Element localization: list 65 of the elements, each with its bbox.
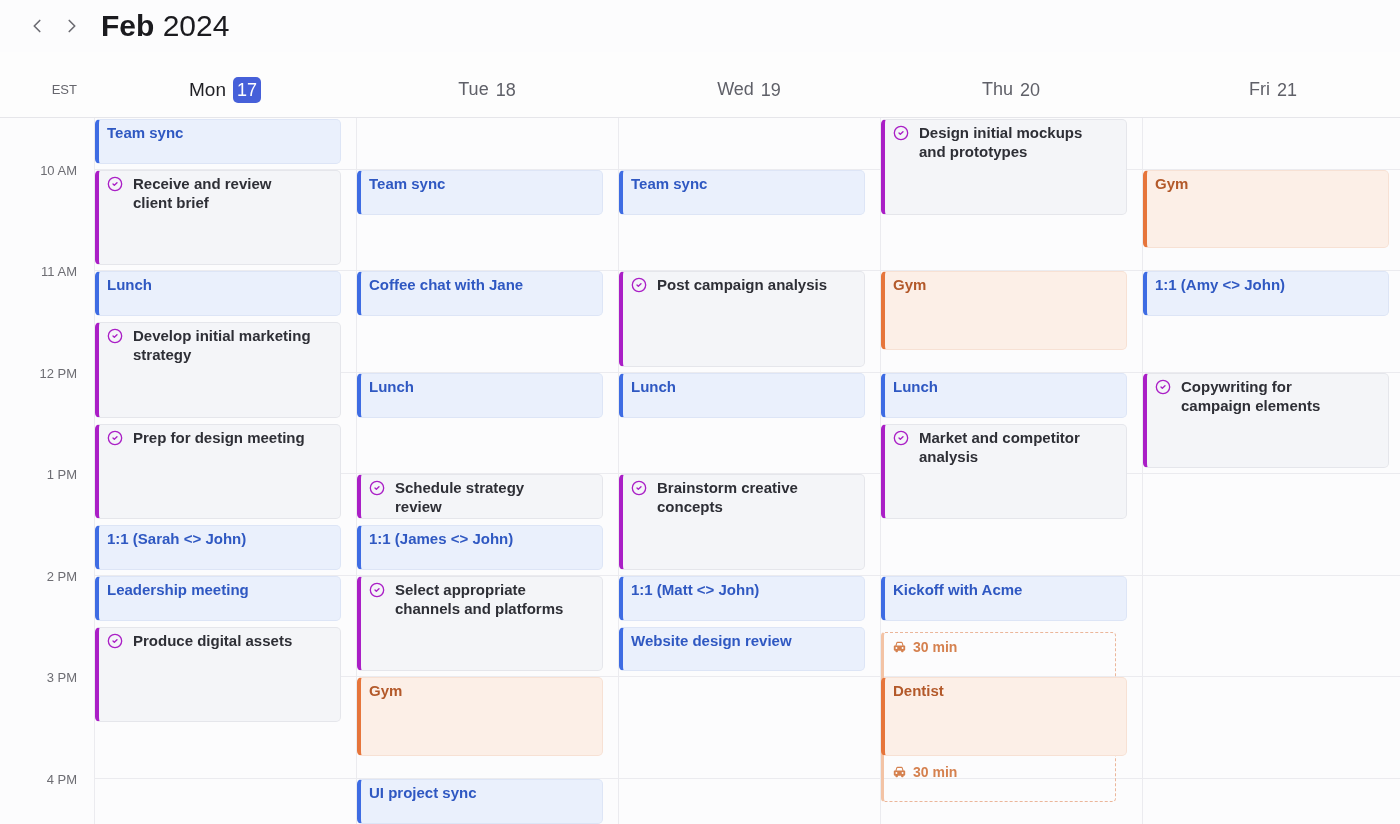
hour-label: 12 PM (39, 365, 77, 382)
task-event[interactable]: Copywriting for campaign elements (1143, 372, 1389, 469)
travel-time-label: 30 min (913, 638, 958, 655)
check-circle-icon (107, 175, 123, 192)
check-circle-icon (1155, 378, 1171, 395)
weekday-label: Wed (717, 79, 754, 100)
task-event[interactable]: Produce digital assets (95, 626, 341, 722)
check-circle-icon (631, 480, 647, 497)
calendar-event[interactable]: Team sync (95, 119, 341, 164)
date-label: 20 (1020, 78, 1041, 101)
date-label: 21 (1277, 78, 1297, 101)
task-event[interactable]: Design initial mockups and prototypes (881, 119, 1127, 215)
calendar-event[interactable]: UI project sync (357, 778, 603, 824)
hour-label: 3 PM (46, 670, 77, 687)
task-event[interactable]: Brainstorm creative concepts (619, 474, 865, 570)
calendar-event[interactable]: Gym (881, 271, 1127, 350)
timezone-label: EST (51, 82, 77, 97)
calendar-event[interactable]: Website design review (619, 626, 865, 672)
date-label: 18 (495, 78, 516, 101)
check-circle-icon (107, 429, 123, 446)
calendar-event[interactable]: Leadership meeting (95, 575, 341, 621)
calendar-event[interactable]: Dentist (881, 677, 1127, 756)
calendar-event[interactable]: Gym (1143, 169, 1389, 249)
check-circle-icon (893, 125, 909, 141)
calendar-event[interactable]: Coffee chat with Jane (357, 271, 603, 316)
task-event[interactable]: Post campaign analysis (619, 271, 865, 367)
calendar-event[interactable]: Lunch (357, 372, 603, 418)
check-circle-icon (107, 328, 123, 344)
task-event[interactable]: Prep for design meeting (95, 423, 341, 519)
hour-label: 1 PM (46, 467, 77, 484)
month-title: Feb 2024 (101, 8, 230, 44)
date-label: 19 (760, 78, 781, 101)
check-circle-icon (369, 581, 385, 598)
calendar-event[interactable]: Team sync (357, 169, 603, 215)
travel-time-label: 30 min (913, 763, 958, 780)
calendar-event[interactable]: 1:1 (James <> John) (357, 525, 603, 570)
check-circle-icon (631, 277, 647, 294)
today-date-badge: 17 (232, 76, 261, 103)
weekday-label: Tue (458, 79, 489, 100)
weekday-label: Fri (1249, 79, 1270, 100)
task-event[interactable]: Market and competitor analysis (881, 423, 1127, 519)
hour-label: 11 AM (41, 264, 77, 281)
weekday-label: Thu (981, 79, 1013, 100)
calendar-event[interactable]: Lunch (95, 271, 341, 316)
task-event[interactable]: Develop initial marketing strategy (95, 322, 341, 418)
check-circle-icon (107, 632, 123, 649)
car-icon (893, 765, 906, 778)
calendar-event[interactable]: Team sync (619, 169, 865, 215)
task-event[interactable]: Select appropriate channels and platforms (357, 575, 603, 672)
calendar-event[interactable]: 1:1 (Sarah <> John) (95, 525, 341, 570)
calendar-event[interactable]: Kickoff with Acme (881, 575, 1127, 621)
calendar-event[interactable]: 1:1 (Matt <> John) (619, 575, 865, 621)
calendar-event[interactable]: Gym (357, 677, 603, 756)
calendar-event[interactable]: Lunch (881, 372, 1127, 418)
hour-label: 4 PM (46, 771, 77, 788)
calendar-event[interactable]: Lunch (619, 372, 865, 418)
calendar-event[interactable]: 1:1 (Amy <> John) (1143, 271, 1389, 316)
task-event[interactable]: Schedule strategy review (357, 474, 603, 519)
car-icon (893, 640, 906, 653)
hour-label: 10 AM (40, 162, 77, 179)
check-circle-icon (893, 429, 909, 446)
check-circle-icon (369, 480, 385, 497)
weekday-label: Mon (189, 78, 226, 101)
hour-label: 2 PM (46, 568, 77, 585)
task-event[interactable]: Receive and review client brief (95, 169, 341, 266)
